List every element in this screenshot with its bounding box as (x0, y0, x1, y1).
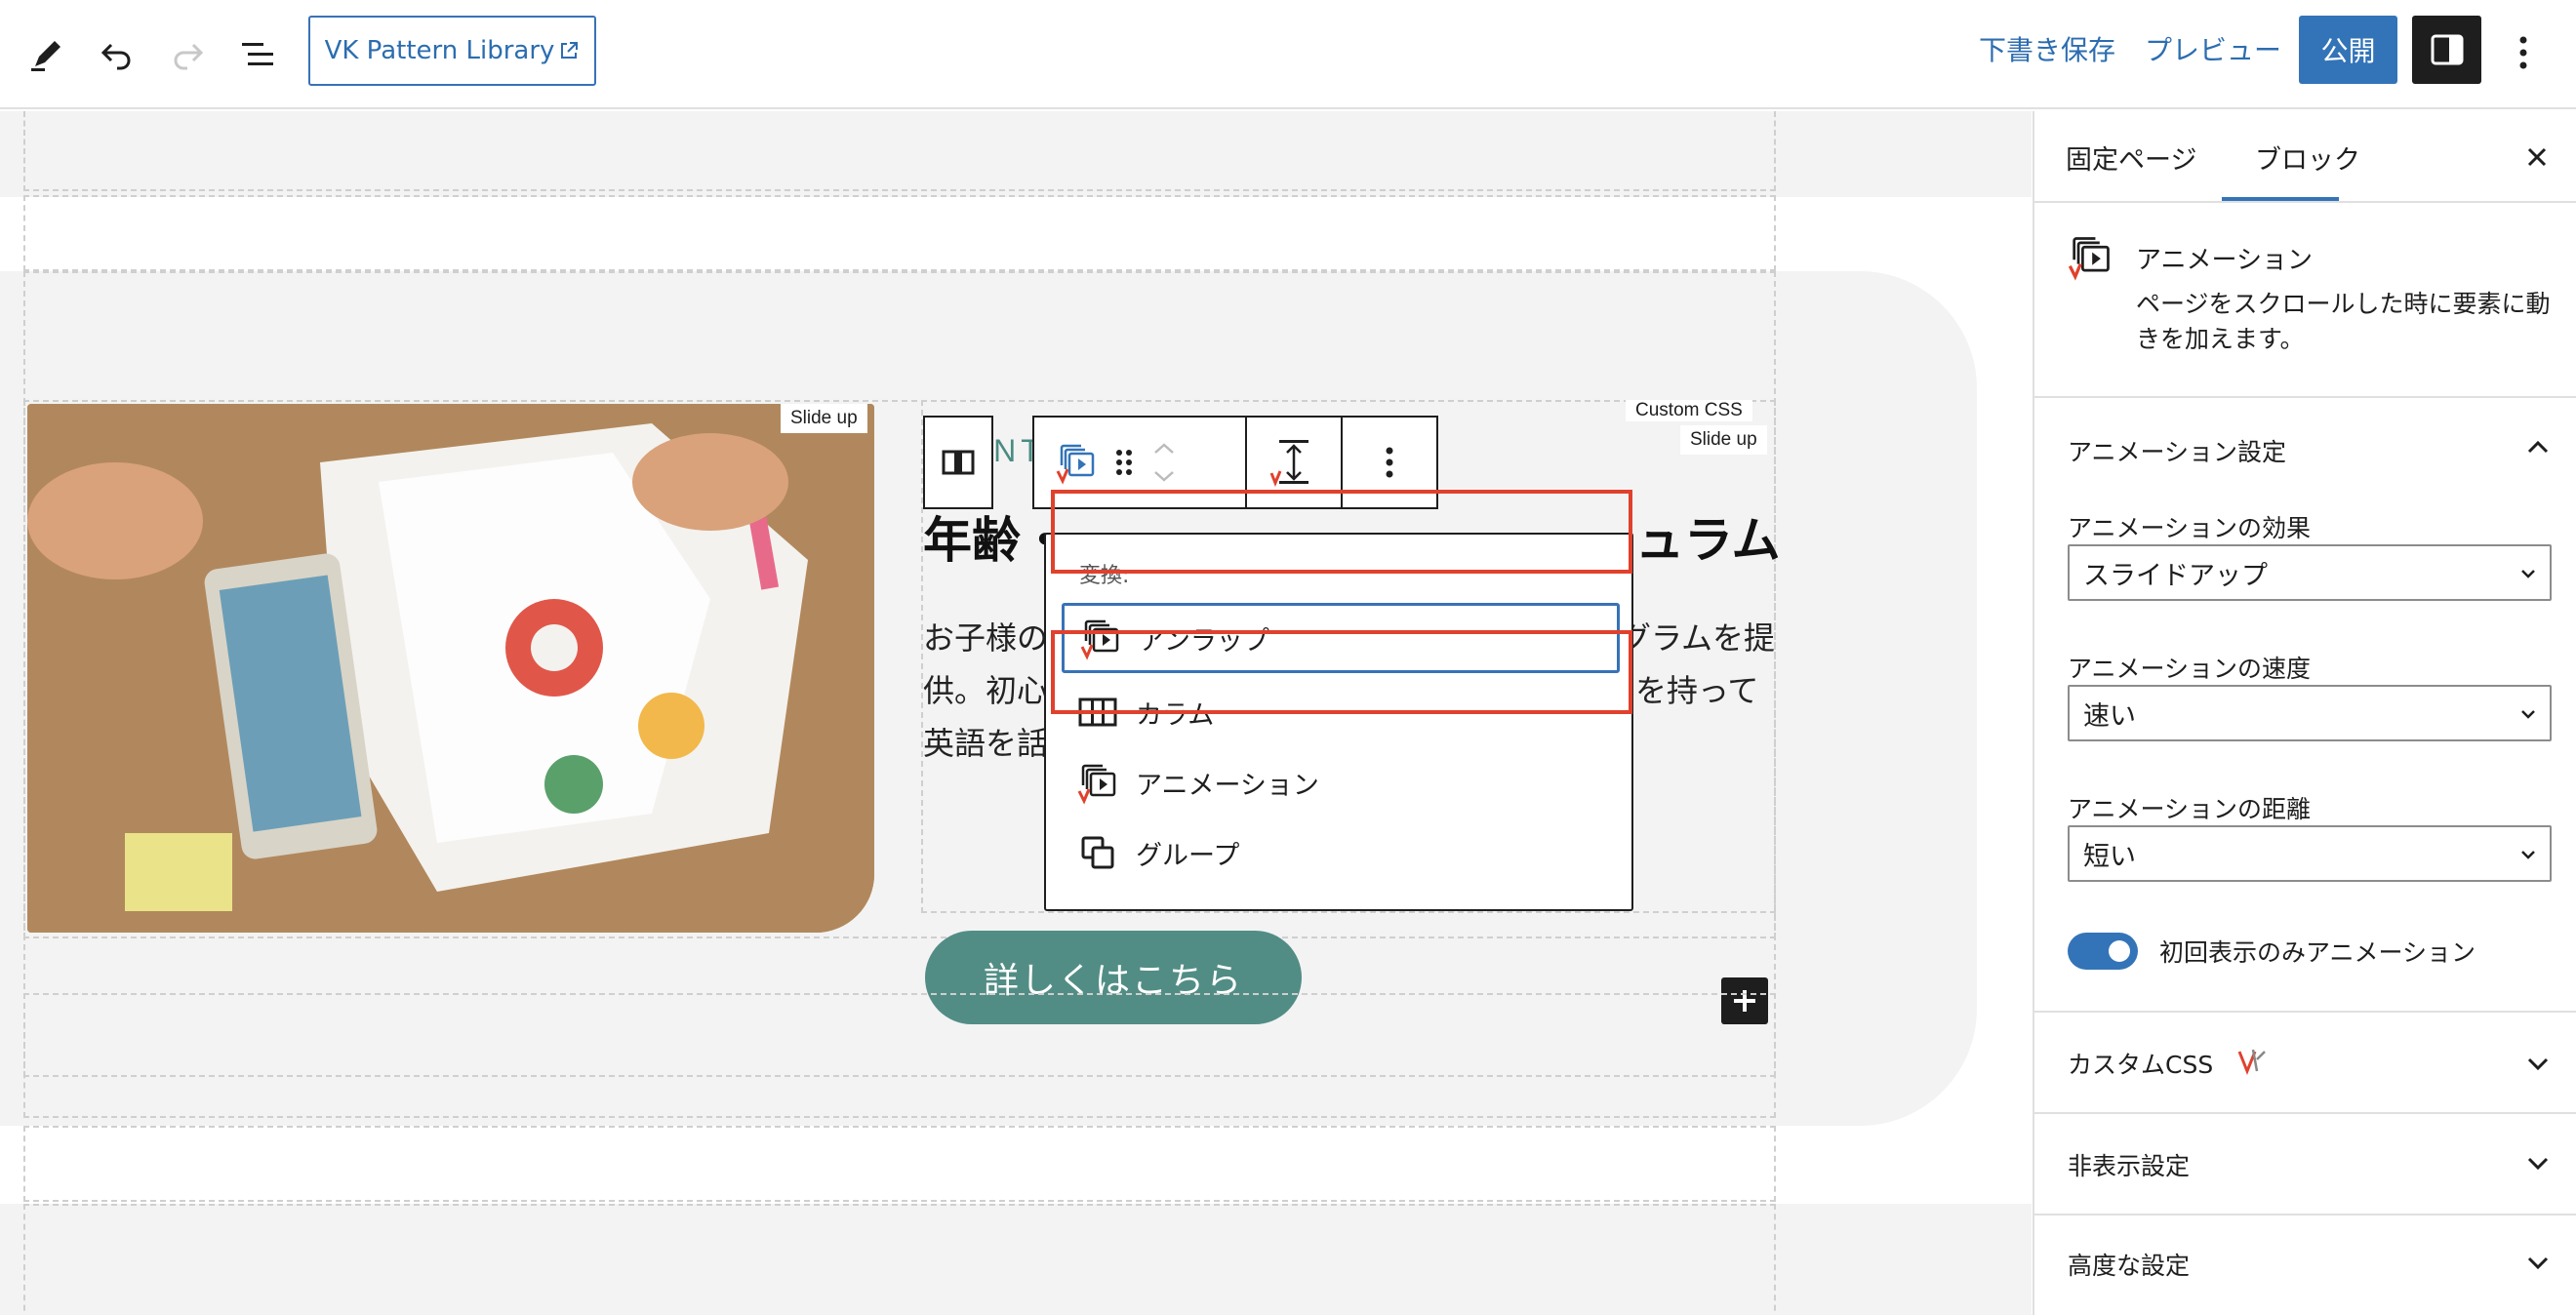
tab-block[interactable]: ブロック (2255, 139, 2360, 177)
distance-select[interactable]: 短い (2068, 825, 2552, 882)
custom-css-panel-title[interactable]: カスタムCSS (2068, 1046, 2213, 1081)
vk-animation-icon[interactable] (1054, 440, 1099, 485)
speed-label: アニメーションの速度 (2068, 655, 2312, 683)
editor-canvas: Slide up Custom CSS Slide up POINT 年齢・ ュ… (0, 111, 2032, 1315)
block-outline (23, 1204, 1776, 1315)
first-view-only-toggle[interactable] (2068, 933, 2138, 970)
chevron-down-icon (2521, 710, 2535, 719)
transform-dropdown: 変換: アンラップ カラム アニメーション グループ (1044, 533, 1633, 911)
redo-icon[interactable] (158, 25, 217, 84)
vk-pattern-library-button[interactable]: VK Pattern Library (308, 16, 596, 86)
speed-select[interactable]: 速い (2068, 685, 2552, 741)
publish-button[interactable]: 公開 (2299, 16, 2397, 84)
active-tab-indicator (2222, 197, 2339, 201)
heading-text-right[interactable]: ュラム (1635, 501, 1781, 572)
body-text-line[interactable]: 英語を話 (923, 716, 1048, 771)
distance-label: アニメーションの距離 (2068, 795, 2312, 823)
chevron-down-icon[interactable] (2522, 1147, 2554, 1178)
block-card-description: ページをスクロールした時に要素に動きを加えます。 (2136, 290, 2551, 353)
toggle-knob (2109, 940, 2130, 962)
vertical-align-icon (1269, 440, 1308, 487)
divider (2034, 396, 2576, 398)
body-text-line[interactable]: グラムを提 (1620, 611, 1775, 665)
vk-animation-icon (1075, 760, 1120, 805)
settings-sidebar-toggle[interactable] (2412, 16, 2481, 84)
chevron-down-icon[interactable] (2522, 1048, 2554, 1079)
transform-item-animation[interactable]: アニメーション (1062, 747, 1620, 817)
block-outline (23, 195, 1776, 271)
chevron-up-icon[interactable] (2522, 431, 2554, 462)
body-text-line[interactable]: お子様の (923, 611, 1048, 665)
block-outline (23, 111, 1776, 191)
more-vertical-icon (1386, 447, 1393, 478)
more-options-icon[interactable] (2504, 25, 2543, 80)
undo-icon[interactable] (88, 25, 146, 84)
animation-badge: Slide up (1680, 425, 1767, 455)
group-icon (1075, 830, 1120, 875)
move-up-down-icon[interactable] (1149, 437, 1179, 488)
divider (2034, 1112, 2576, 1114)
divider (2034, 1011, 2576, 1013)
effect-select-value: スライドアップ (2083, 560, 2268, 591)
highlight-box (1051, 490, 1632, 574)
block-outline (23, 1126, 1776, 1202)
pattern-library-label: VK Pattern Library (324, 36, 555, 65)
body-text-line[interactable]: 供。初心 (923, 663, 1048, 718)
block-card-title: アニメーション (2136, 246, 2313, 275)
transform-item-label: アニメーション (1136, 770, 1319, 801)
transform-item-label: グループ (1136, 840, 1240, 871)
external-link-icon (561, 42, 579, 59)
pencil-tools-icon[interactable] (18, 25, 76, 84)
advanced-panel-title[interactable]: 高度な設定 (2068, 1247, 2190, 1282)
editor-top-toolbar: VK Pattern Library 下書き保存 プレビュー 公開 (0, 0, 2576, 109)
drag-handle-icon[interactable] (1114, 448, 1134, 477)
chevron-down-icon (2521, 570, 2535, 578)
distance-select-value: 短い (2083, 841, 2136, 872)
sample-photo[interactable] (27, 404, 874, 933)
chevron-down-icon (2521, 851, 2535, 859)
custom-css-badge: Custom CSS (1626, 400, 1752, 421)
document-overview-icon[interactable] (228, 25, 287, 84)
desk-photo-illustration (27, 404, 874, 933)
preview-button[interactable]: プレビュー (2145, 29, 2281, 68)
sidebar-tabs: 固定ページ ブロック (2034, 111, 2576, 203)
vk-animation-icon (2066, 232, 2114, 281)
save-draft-button[interactable]: 下書き保存 (1979, 29, 2115, 68)
divider (2034, 1214, 2576, 1215)
visibility-panel-title[interactable]: 非表示設定 (2068, 1147, 2190, 1182)
highlight-box (1051, 630, 1632, 714)
effect-select[interactable]: スライドアップ (2068, 544, 2552, 601)
close-icon[interactable] (2513, 133, 2561, 181)
body-text-line[interactable]: を持って (1635, 663, 1758, 718)
animation-badge: Slide up (781, 404, 867, 433)
tab-page[interactable]: 固定ページ (2066, 139, 2196, 177)
parent-block-selector[interactable] (923, 416, 993, 509)
effect-label: アニメーションの効果 (2068, 514, 2312, 542)
animation-settings-title[interactable]: アニメーション設定 (2068, 433, 2286, 468)
vk-logo-icon (2235, 1044, 2269, 1077)
transform-item-group[interactable]: グループ (1062, 817, 1620, 888)
sidebar-icon (2431, 34, 2463, 65)
settings-sidebar: 固定ページ ブロック アニメーション ページをスクロールした時に要素に動きを加え… (2033, 111, 2576, 1315)
speed-select-value: 速い (2083, 700, 2136, 732)
chevron-down-icon[interactable] (2522, 1247, 2554, 1278)
first-view-only-label: 初回表示のみアニメーション (2159, 938, 2476, 967)
block-outline (23, 993, 1776, 1118)
columns-parent-icon[interactable] (925, 418, 991, 507)
